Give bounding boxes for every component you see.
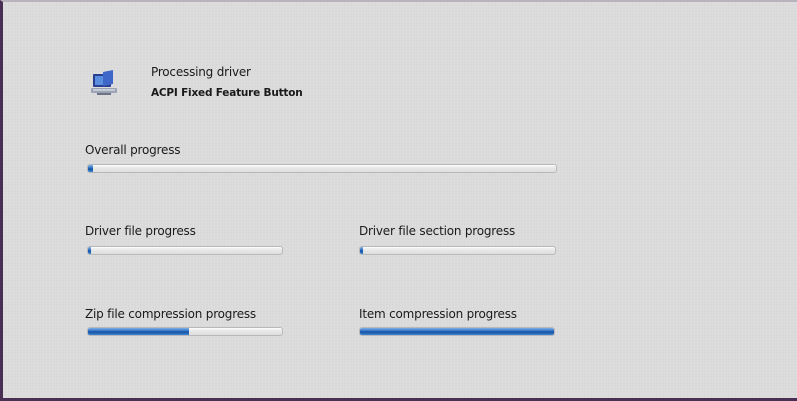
driver-file-section-progress-fill — [360, 247, 363, 254]
overall-progress-fill — [88, 165, 93, 172]
driver-file-progress-bar — [87, 246, 283, 255]
zip-compression-progress-bar — [87, 327, 283, 336]
computer-install-icon — [91, 70, 117, 95]
overall-progress-bar — [87, 164, 557, 173]
status-line: Processing driver — [151, 65, 251, 79]
zip-compression-progress-label: Zip file compression progress — [85, 307, 256, 321]
current-driver-name: ACPI Fixed Feature Button — [151, 87, 303, 99]
item-compression-progress-fill — [360, 328, 554, 335]
driver-file-progress-fill — [88, 247, 91, 254]
zip-compression-progress-fill — [88, 328, 189, 335]
item-compression-progress-label: Item compression progress — [359, 307, 517, 321]
driver-file-progress-label: Driver file progress — [85, 224, 196, 238]
driver-file-section-progress-label: Driver file section progress — [359, 224, 516, 238]
driver-file-section-progress-bar — [359, 246, 556, 255]
item-compression-progress-bar — [359, 327, 555, 336]
driver-backup-dialog: Processing driver ACPI Fixed Feature But… — [0, 0, 797, 401]
overall-progress-label: Overall progress — [85, 143, 181, 157]
